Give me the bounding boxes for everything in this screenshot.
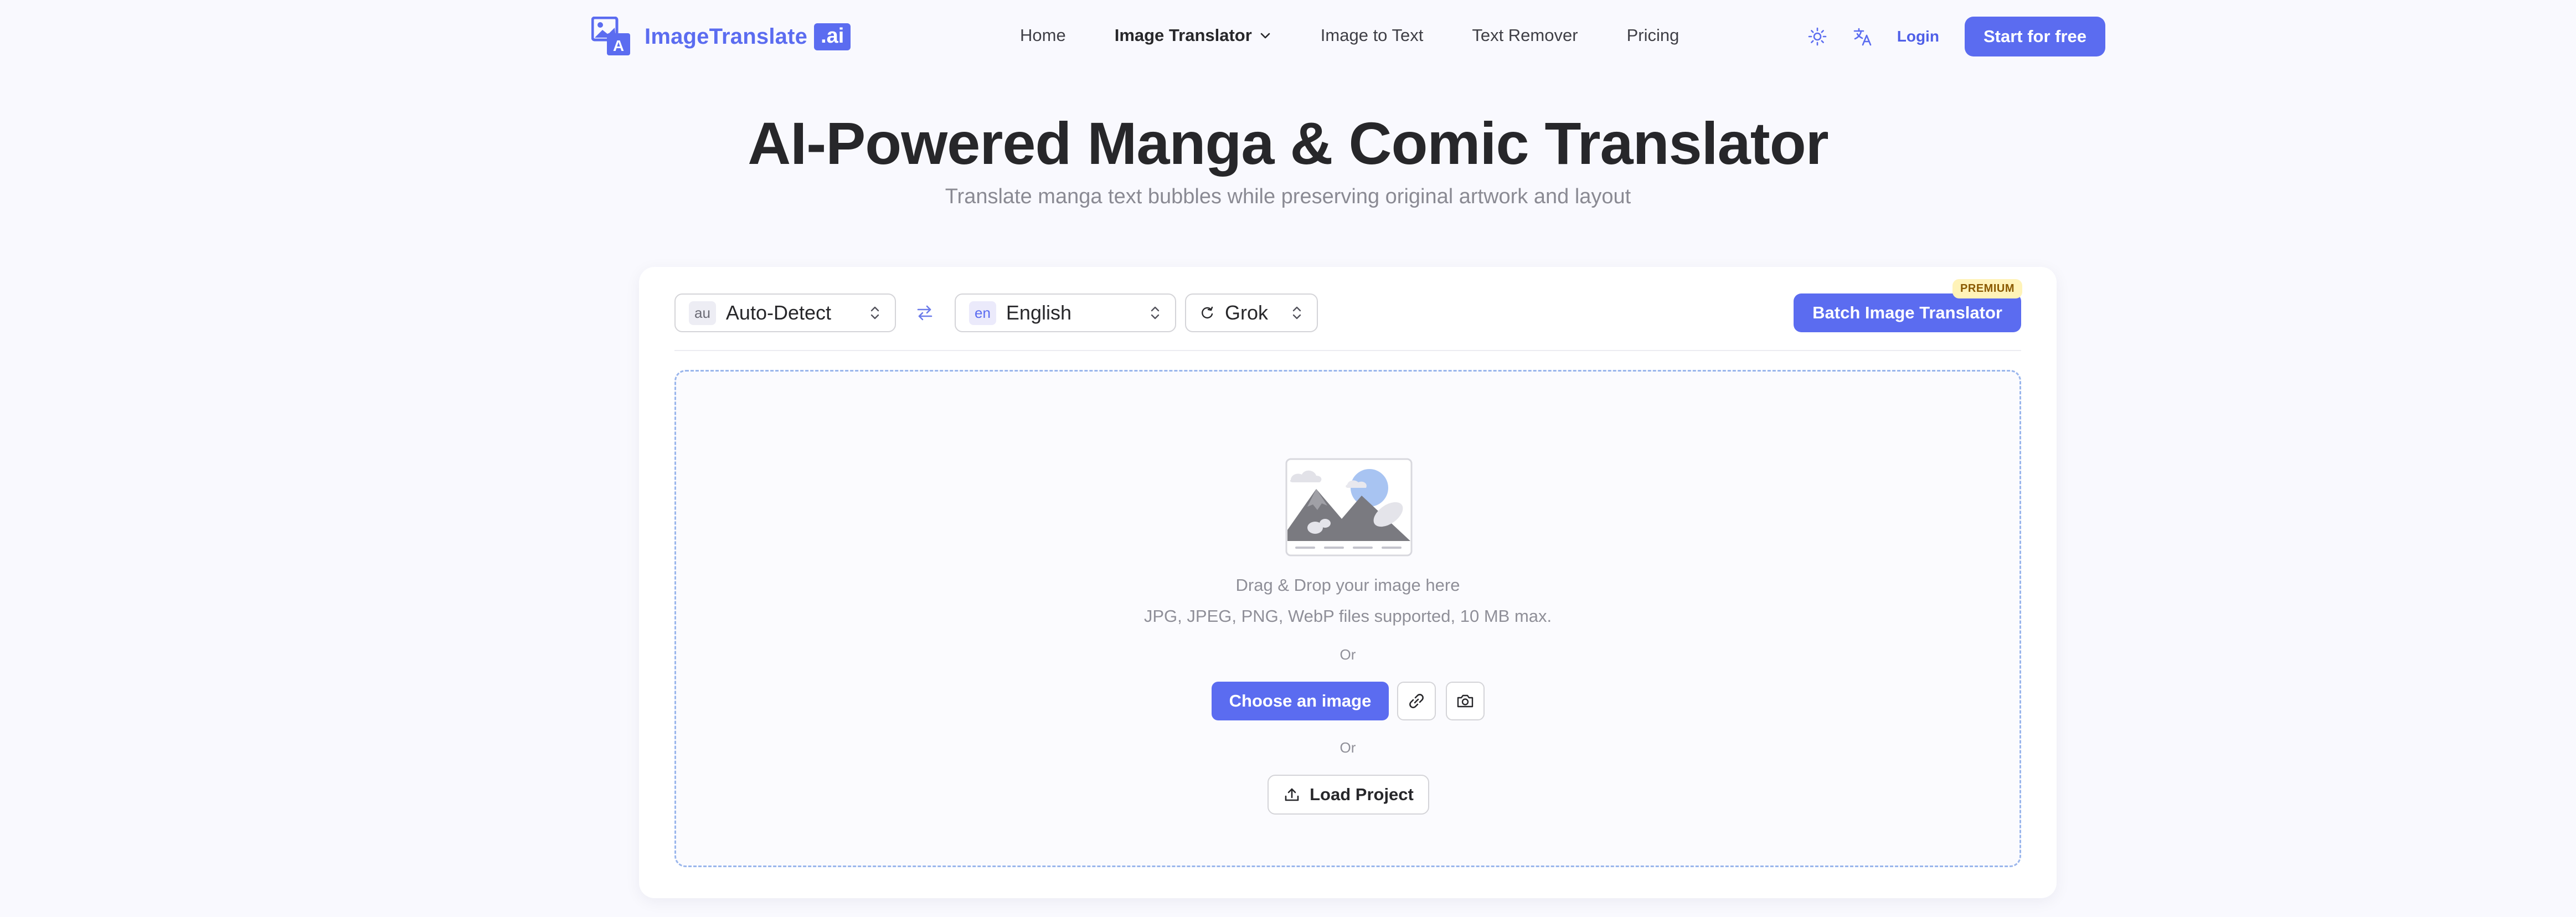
nav-image-translator-label: Image Translator: [1114, 25, 1252, 45]
login-link[interactable]: Login: [1897, 28, 1939, 45]
camera-icon: [1457, 694, 1474, 708]
target-language-code: en: [969, 301, 996, 325]
language-switcher[interactable]: [1847, 21, 1878, 52]
chevron-down-icon: [1260, 33, 1270, 39]
upload-icon: [1285, 788, 1299, 801]
top-nav: A ImageTranslate .ai Home Image Translat…: [0, 0, 2576, 73]
main-menu: Home Image Translator Image to Text Text…: [1020, 23, 1728, 48]
page-subtitle: Translate manga text bubbles while prese…: [945, 185, 1631, 208]
target-language-value: English: [1006, 301, 1071, 324]
translator-toolbar: au Auto-Detect en English Grok Batch Ima…: [674, 279, 2022, 334]
camera-capture-button[interactable]: [1446, 682, 1485, 720]
image-dropzone[interactable]: Drag & Drop your image here JPG, JPEG, P…: [674, 370, 2021, 867]
batch-image-translator-button[interactable]: Batch Image Translator PREMIUM: [1794, 279, 2022, 332]
source-language-value: Auto-Detect: [725, 301, 832, 324]
swap-languages-icon[interactable]: [916, 305, 934, 321]
model-select[interactable]: Grok: [1185, 293, 1318, 332]
nav-image-to-text[interactable]: Image to Text: [1321, 25, 1424, 45]
nav-text-remover[interactable]: Text Remover: [1472, 25, 1578, 45]
translator-card: au Auto-Detect en English Grok Batch Ima…: [639, 267, 2057, 898]
or-separator-2: Or: [1339, 739, 1356, 756]
load-project-button[interactable]: Load Project: [1268, 775, 1429, 815]
logo-badge: .ai: [814, 23, 851, 50]
logo-icon: A: [591, 17, 630, 55]
start-for-free-button[interactable]: Start for free: [1964, 17, 2105, 56]
source-language-select[interactable]: au Auto-Detect: [674, 293, 896, 332]
image-url-button[interactable]: [1397, 682, 1436, 720]
dropzone-subtitle: JPG, JPEG, PNG, WebP files supported, 10…: [1143, 606, 1552, 626]
page-title: AI-Powered Manga & Comic Translator: [748, 110, 1828, 177]
batch-button-label: Batch Image Translator: [1812, 303, 2002, 322]
toolbar-divider: [674, 350, 2021, 351]
nav-actions: Login Start for free: [1802, 17, 2105, 56]
model-value: Grok: [1225, 301, 1269, 324]
sun-icon: [1808, 27, 1827, 46]
logo-text: ImageTranslate: [645, 24, 808, 49]
premium-badge: PREMIUM: [1952, 279, 2022, 298]
load-project-label: Load Project: [1310, 785, 1414, 804]
dropzone-title: Drag & Drop your image here: [1235, 575, 1460, 595]
nav-image-translator[interactable]: Image Translator: [1115, 25, 1272, 45]
source-language-code: au: [689, 301, 716, 325]
image-placeholder-icon: [1285, 458, 1413, 557]
or-separator: Or: [1339, 646, 1356, 663]
svg-text:A: A: [613, 37, 624, 54]
theme-toggle[interactable]: [1802, 21, 1833, 52]
target-language-select[interactable]: en English: [955, 293, 1176, 332]
model-icon: [1202, 306, 1213, 319]
choose-image-button[interactable]: Choose an image: [1212, 682, 1389, 720]
logo[interactable]: A ImageTranslate .ai: [591, 17, 851, 56]
translate-icon: [1853, 28, 1872, 46]
nav-home[interactable]: Home: [1020, 25, 1066, 45]
updown-chevron-icon: [1292, 306, 1301, 320]
updown-chevron-icon: [870, 306, 879, 320]
link-icon: [1409, 694, 1424, 708]
nav-pricing[interactable]: Pricing: [1627, 25, 1679, 45]
updown-chevron-icon: [1151, 306, 1160, 320]
